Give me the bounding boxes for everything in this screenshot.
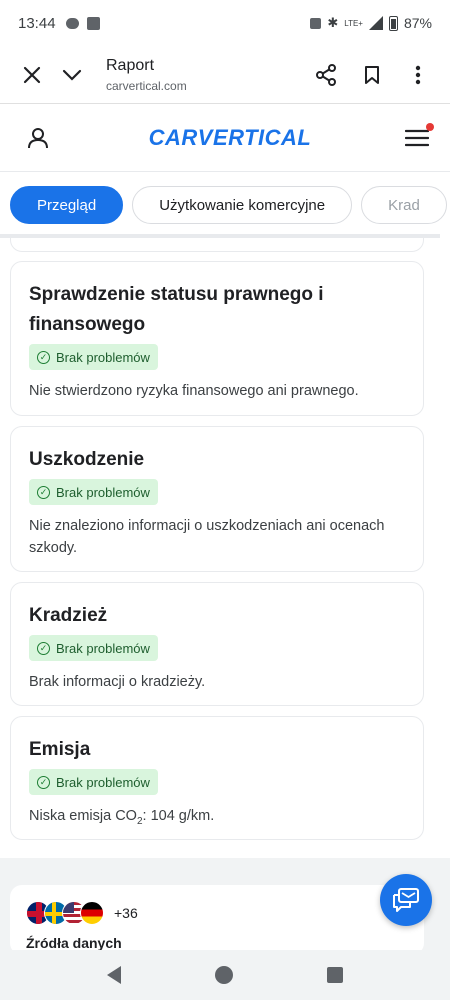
close-tab-button[interactable] (12, 55, 52, 95)
status-time: 13:44 (18, 14, 56, 32)
back-icon[interactable] (107, 966, 121, 984)
status-badge: ✓ Brak problemów (29, 479, 158, 505)
url-block[interactable]: Raport carvertical.com (106, 57, 187, 93)
battery-icon (388, 15, 398, 31)
report-tabs: Przegląd Użytkowanie komercyjne Krad (0, 172, 450, 238)
card-title: Kradzież (29, 605, 108, 626)
lte-label: LTE+ (344, 18, 363, 28)
card-legal-status: Sprawdzenie statusu prawnego i finansowe… (10, 261, 424, 416)
source-flags: +36 (26, 901, 408, 925)
browser-toolbar: Raport carvertical.com (0, 46, 450, 104)
bookmark-button[interactable] (352, 55, 392, 95)
previous-card (10, 238, 424, 252)
nfc-icon (310, 17, 322, 29)
sources-title: Źródła danych (26, 935, 122, 951)
more-options-button[interactable] (398, 55, 438, 95)
notification-dot (426, 122, 434, 131)
message-icon (65, 17, 79, 29)
home-icon[interactable] (215, 966, 233, 984)
share-icon (316, 63, 336, 86)
battery-percent: 87% (403, 15, 432, 31)
menu-button[interactable] (402, 122, 434, 153)
check-circle-icon: ✓ (37, 485, 50, 499)
status-badge: ✓ Brak problemów (29, 769, 158, 795)
page-domain: carvertical.com (106, 78, 187, 93)
card-description: Nie znaleziono informacji o uszkodzeniac… (29, 518, 385, 556)
more-vert-icon (415, 65, 421, 84)
bookmark-icon (365, 65, 379, 84)
more-sources-count: +36 (114, 905, 138, 921)
site-header: CARVERTICAL (0, 104, 450, 172)
tab-kradziez[interactable]: Krad (361, 186, 447, 224)
card-title: Sprawdzenie statusu prawnego i finansowe… (29, 284, 324, 335)
system-nav-bar (0, 950, 450, 1000)
account-button[interactable] (18, 118, 58, 158)
card-title: Uszkodzenie (29, 449, 145, 470)
signal-icon (368, 16, 383, 30)
status-badge: ✓ Brak problemów (29, 344, 158, 370)
card-description: Brak informacji o kradzieży. (29, 674, 206, 690)
minimize-button[interactable] (52, 55, 92, 95)
check-circle-icon: ✓ (37, 350, 50, 364)
card-title: Emisja (29, 739, 91, 760)
chevron-down-icon (62, 69, 82, 81)
card-damage: Uszkodzenie ✓ Brak problemów Nie znalezi… (10, 426, 424, 572)
card-theft: Kradzież ✓ Brak problemów Brak informacj… (10, 582, 424, 706)
check-circle-icon: ✓ (37, 775, 50, 789)
tab-przeglad[interactable]: Przegląd (10, 186, 124, 224)
germany-flag-icon (80, 901, 104, 925)
hamburger-icon (405, 129, 429, 146)
user-icon (28, 127, 48, 148)
share-button[interactable] (306, 55, 346, 95)
status-badge: ✓ Brak problemów (29, 635, 158, 661)
sources-card[interactable]: +36 Źródła danych (10, 885, 424, 955)
card-emission: Emisja ✓ Brak problemów Niska emisja CO2… (10, 716, 424, 840)
close-icon (23, 66, 41, 83)
chat-button[interactable] (380, 874, 432, 926)
check-circle-icon: ✓ (37, 641, 50, 655)
status-bar: 13:44 ✱ LTE+ 87% (0, 0, 450, 46)
card-description: Nie stwierdzono ryzyka finansowego ani p… (29, 383, 359, 399)
recent-apps-icon[interactable] (327, 967, 343, 983)
contact-card-icon (86, 16, 100, 30)
chat-icon (393, 888, 419, 912)
card-description: Niska emisja CO2: 104 g/km. (29, 808, 215, 827)
bluetooth-icon: ✱ (327, 15, 339, 30)
tab-uzytkowanie-komercyjne[interactable]: Użytkowanie komercyjne (132, 186, 353, 224)
report-content: Sprawdzenie statusu prawnego i finansowe… (0, 238, 450, 858)
page-title: Raport (106, 56, 155, 74)
carvertical-logo[interactable]: CARVERTICAL (58, 125, 402, 151)
